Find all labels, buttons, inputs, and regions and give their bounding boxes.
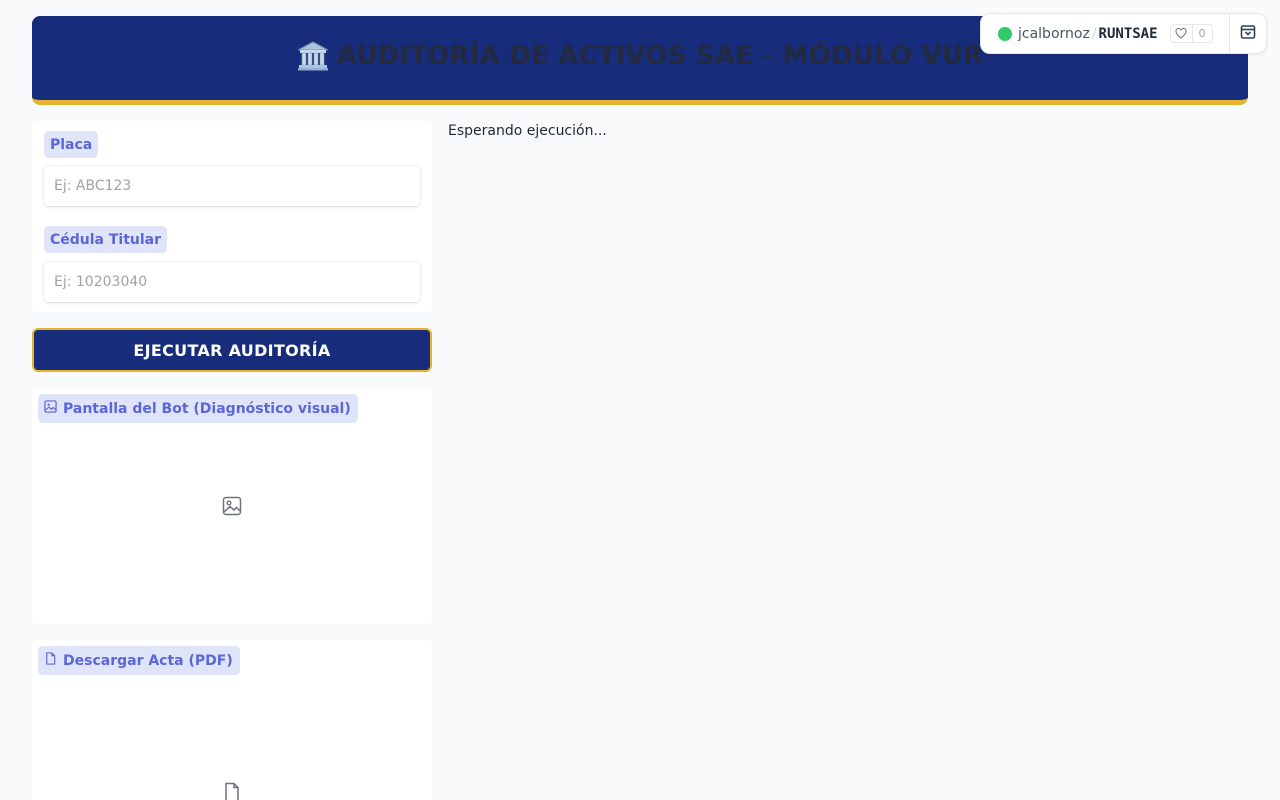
running-status-dot	[998, 26, 1012, 41]
image-placeholder-icon	[222, 496, 242, 516]
path-separator: /	[1091, 25, 1097, 42]
input-form: Placa Cédula Titular	[32, 121, 432, 312]
like-count: 0	[1198, 27, 1206, 40]
bank-icon	[297, 41, 329, 71]
output-status-text: Esperando ejecución...	[448, 123, 607, 139]
bot-screen-label-text: Pantalla del Bot (Diagnóstico visual)	[63, 400, 351, 417]
placa-input[interactable]	[44, 166, 420, 206]
page-title: AUDITORÍA DE ACTIVOS SAE - MÓDULO VUR	[297, 41, 984, 71]
cedula-label: Cédula Titular	[44, 226, 168, 253]
bot-screen-label: Pantalla del Bot (Diagnóstico visual)	[38, 394, 358, 423]
header-title-text: AUDITORÍA DE ACTIVOS SAE - MÓDULO VUR	[336, 41, 984, 71]
collapse-icon	[1240, 24, 1256, 44]
space-owner[interactable]: jcalbornoz	[1018, 26, 1090, 42]
like-button[interactable]: 0	[1169, 24, 1213, 43]
collapse-button[interactable]	[1229, 14, 1266, 53]
pdf-download-label: Descargar Acta (PDF)	[38, 646, 240, 675]
placa-label: Placa	[44, 131, 99, 158]
cedula-input[interactable]	[44, 262, 420, 302]
pdf-download-panel: Descargar Acta (PDF)	[32, 640, 432, 800]
file-placeholder-icon[interactable]	[222, 782, 242, 800]
space-badge: jcalbornoz / RUNTSAE 0	[980, 13, 1267, 54]
bot-screen-panel: Pantalla del Bot (Diagnóstico visual)	[32, 388, 432, 624]
file-icon	[44, 652, 57, 669]
image-icon	[44, 400, 57, 417]
heart-icon	[1171, 25, 1193, 42]
pdf-download-label-text: Descargar Acta (PDF)	[63, 652, 233, 669]
space-link[interactable]: jcalbornoz / RUNTSAE 0	[981, 14, 1229, 53]
space-name[interactable]: RUNTSAE	[1099, 26, 1158, 42]
execute-audit-button[interactable]: EJECUTAR AUDITORÍA	[32, 328, 432, 372]
